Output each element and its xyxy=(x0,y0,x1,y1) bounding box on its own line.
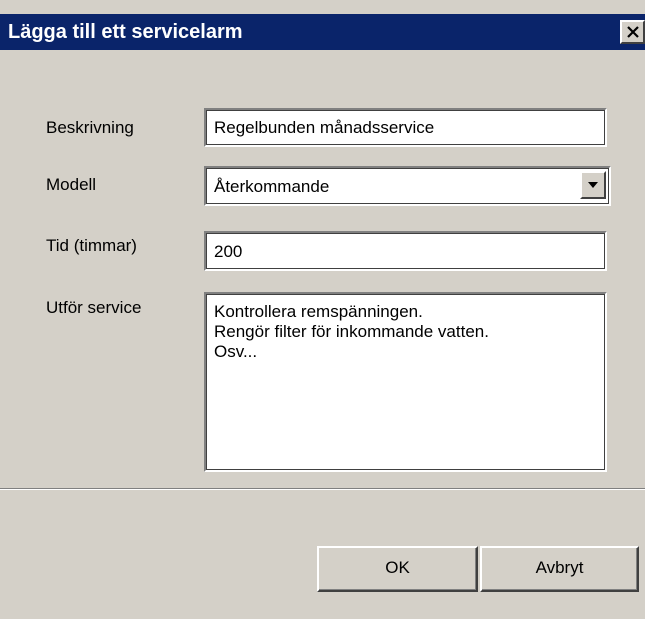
dialog-window: Lägga till ett servicelarm Beskrivning R… xyxy=(0,0,645,619)
model-selected-value: Återkommande xyxy=(214,177,330,196)
model-select[interactable]: Återkommande xyxy=(204,166,611,206)
service-text: Kontrollera remspänningen. Rengör filter… xyxy=(214,302,489,362)
time-label: Tid (timmar) xyxy=(46,236,137,255)
title-bar: Lägga till ett servicelarm xyxy=(0,14,645,50)
ok-button[interactable]: OK xyxy=(317,546,478,592)
service-line: Rengör filter för inkommande vatten. xyxy=(214,322,489,341)
close-button[interactable] xyxy=(620,20,645,44)
service-line: Kontrollera remspänningen. xyxy=(214,302,423,321)
service-textarea[interactable]: Kontrollera remspänningen. Rengör filter… xyxy=(204,292,607,472)
time-input[interactable]: 200 xyxy=(204,231,607,271)
close-icon xyxy=(627,26,639,38)
service-label: Utför service xyxy=(46,298,142,317)
model-label: Modell xyxy=(46,175,97,194)
time-value: 200 xyxy=(214,242,243,261)
divider xyxy=(0,488,645,490)
model-dropdown-button[interactable] xyxy=(580,171,606,199)
service-line: Osv... xyxy=(214,342,258,361)
description-input[interactable]: Regelbunden månadsservice xyxy=(204,108,607,147)
dialog-title: Lägga till ett servicelarm xyxy=(8,21,243,43)
description-label: Beskrivning xyxy=(46,118,134,137)
cancel-button[interactable]: Avbryt xyxy=(480,546,639,592)
description-value: Regelbunden månadsservice xyxy=(214,118,435,137)
chevron-down-icon xyxy=(588,182,598,188)
